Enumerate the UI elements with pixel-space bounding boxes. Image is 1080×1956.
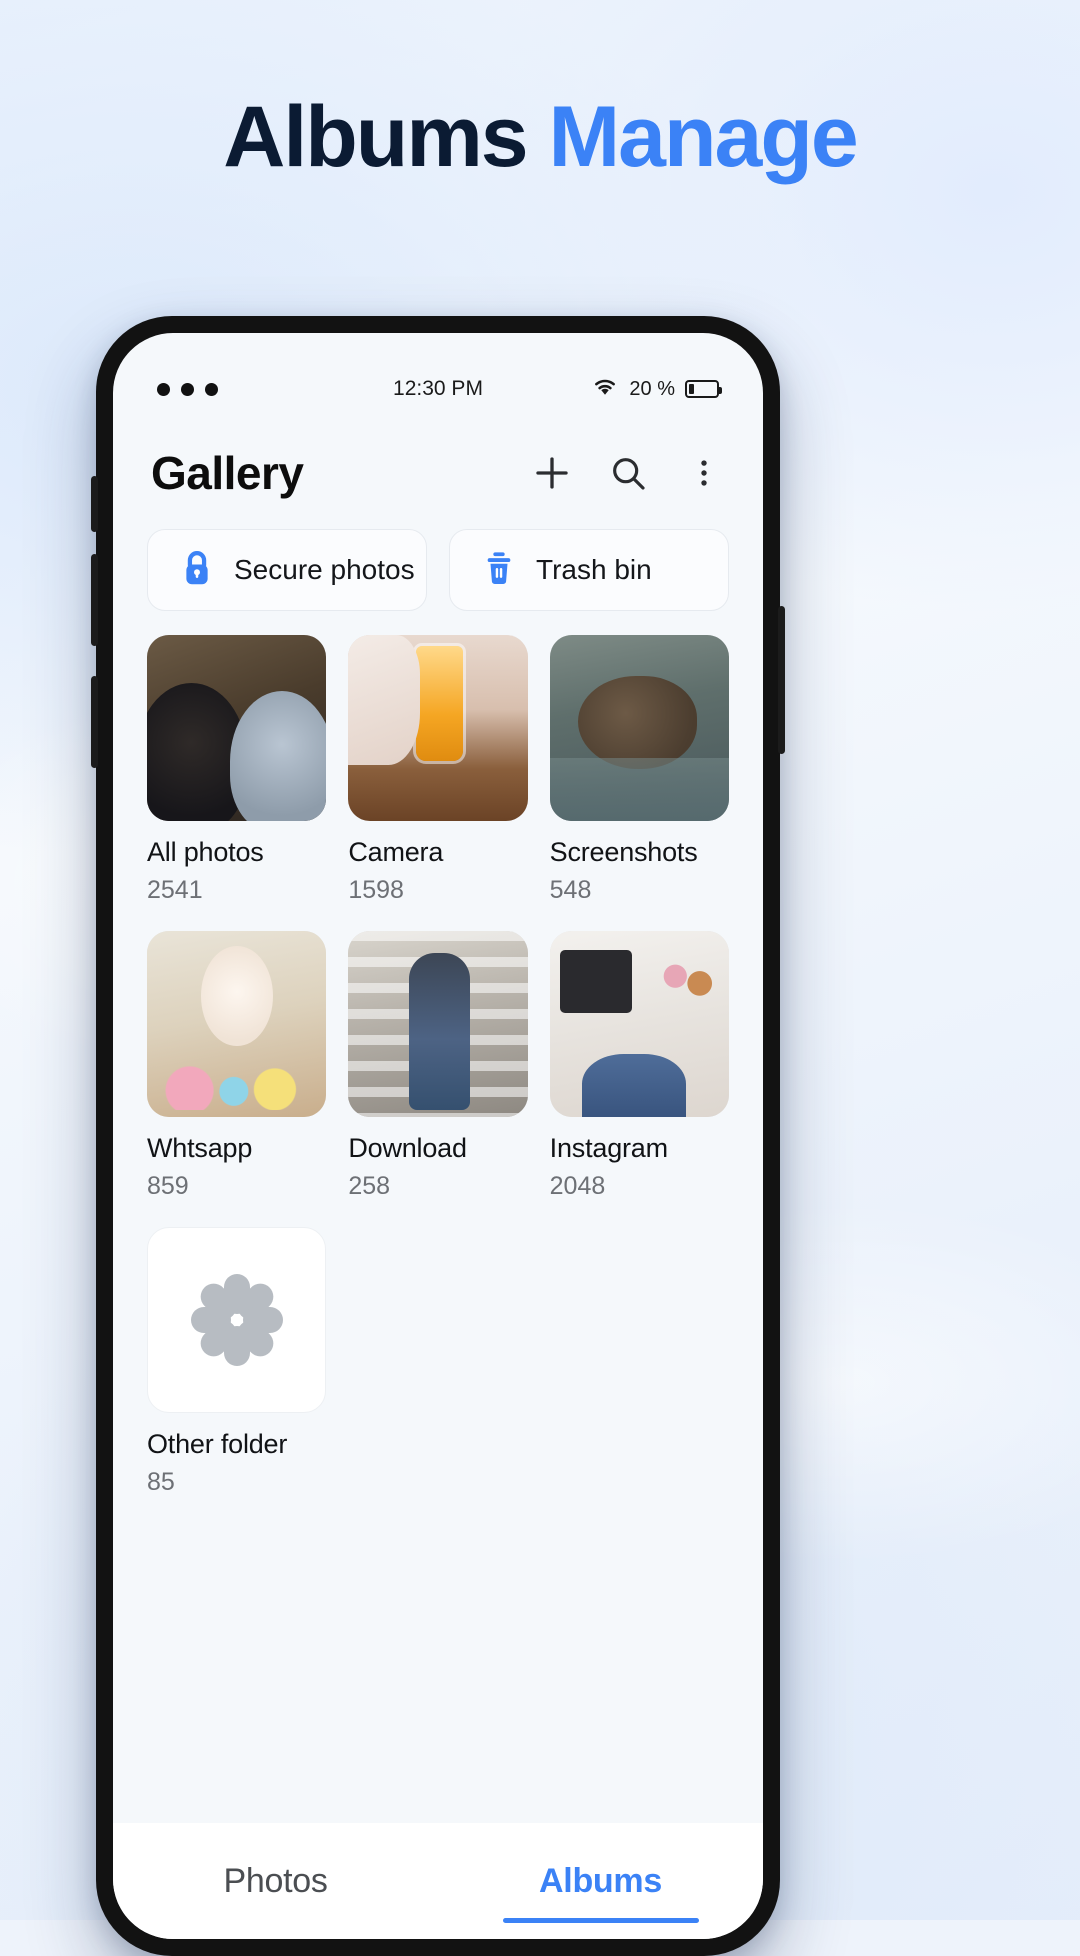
phone-power-button[interactable] xyxy=(778,606,785,754)
more-button[interactable] xyxy=(681,450,727,496)
album-thumbnail[interactable] xyxy=(147,931,327,1117)
secure-photos-button[interactable]: Secure photos xyxy=(147,529,427,611)
wifi-icon xyxy=(591,375,619,403)
page-title-word-dark: Albums xyxy=(223,89,528,185)
tab-photos-label: Photos xyxy=(223,1861,328,1900)
bottom-tab-bar: Photos Albums xyxy=(113,1823,763,1939)
status-bar: 12:30 PM 20 % xyxy=(113,369,763,409)
battery-icon xyxy=(685,380,722,398)
status-bar-right: 20 % xyxy=(591,375,722,403)
album-item[interactable]: Camera 1598 xyxy=(348,635,528,905)
album-thumbnail[interactable] xyxy=(549,931,729,1117)
trash-icon xyxy=(482,548,516,593)
page-title-word-blue: Manage xyxy=(548,89,859,185)
album-thumbnail[interactable] xyxy=(348,635,528,821)
album-item[interactable]: Screenshots 548 xyxy=(549,635,729,905)
album-name: Camera xyxy=(348,837,444,867)
album-item[interactable]: Whtsapp 859 xyxy=(147,931,327,1201)
app-header: Gallery xyxy=(113,425,763,521)
phone-screen: 12:30 PM 20 % Gallery Secure photos Tras… xyxy=(113,333,763,1939)
phone-volume-up-button[interactable] xyxy=(91,554,98,646)
trash-bin-label: Trash bin xyxy=(536,554,652,585)
album-name: Other folder xyxy=(147,1429,288,1459)
album-count: 2541 xyxy=(147,876,203,904)
search-button[interactable] xyxy=(605,450,651,496)
lock-icon xyxy=(180,548,214,593)
album-thumbnail[interactable] xyxy=(549,635,729,821)
album-count: 2048 xyxy=(549,1172,606,1200)
phone-mute-button[interactable] xyxy=(91,476,98,532)
trash-bin-button[interactable]: Trash bin xyxy=(449,529,729,611)
album-name: All photos xyxy=(147,837,264,867)
header-actions xyxy=(529,450,727,496)
album-item[interactable]: Download 258 xyxy=(348,931,528,1201)
album-name: Download xyxy=(348,1133,467,1163)
album-count: 859 xyxy=(147,1172,189,1200)
album-thumbnail[interactable] xyxy=(147,635,327,821)
album-name: Whtsapp xyxy=(147,1133,253,1163)
album-thumbnail[interactable] xyxy=(147,1227,327,1413)
secure-photos-label: Secure photos xyxy=(234,554,415,585)
tab-photos[interactable]: Photos xyxy=(113,1823,438,1939)
album-thumbnail[interactable] xyxy=(348,931,528,1117)
album-count: 1598 xyxy=(348,876,404,904)
album-count: 548 xyxy=(549,876,592,904)
quick-actions: Secure photos Trash bin xyxy=(147,529,729,611)
album-item[interactable]: All photos 2541 xyxy=(147,635,327,905)
add-button[interactable] xyxy=(529,450,575,496)
album-item[interactable]: Instagram 2048 xyxy=(549,931,729,1201)
album-count: 258 xyxy=(348,1172,391,1200)
album-grid: All photos 2541 Camera 1598 Screenshots … xyxy=(147,635,729,1825)
page-title: Albums Manage xyxy=(0,92,1080,182)
phone-volume-down-button[interactable] xyxy=(91,676,98,768)
album-name: Screenshots xyxy=(549,837,698,867)
tab-albums-label: Albums xyxy=(539,1861,662,1900)
battery-percentage: 20 % xyxy=(629,377,675,400)
album-name: Instagram xyxy=(549,1133,668,1163)
flower-icon xyxy=(189,1272,285,1368)
album-count: 85 xyxy=(147,1468,175,1496)
tab-albums[interactable]: Albums xyxy=(438,1823,763,1939)
album-item[interactable]: Other folder 85 xyxy=(147,1227,327,1497)
phone-mockup: 12:30 PM 20 % Gallery Secure photos Tras… xyxy=(91,316,785,1956)
app-title: Gallery xyxy=(151,447,304,499)
